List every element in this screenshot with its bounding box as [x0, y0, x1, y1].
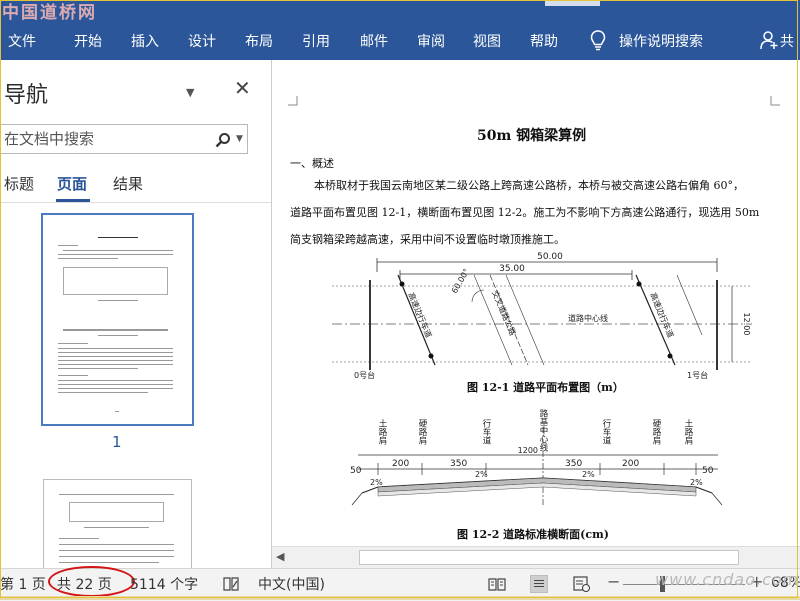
xs-slope-1: 2% [370, 478, 383, 487]
read-mode-icon[interactable] [488, 577, 506, 591]
xs-total: 1200 [518, 446, 538, 455]
tab-references[interactable]: 引用 [302, 31, 330, 51]
status-language[interactable]: 中文(中国) [258, 574, 325, 594]
nav-title: 导航 [4, 83, 49, 108]
xs-slope-2: 2% [475, 470, 488, 479]
figure-road-plan: 50.00 35.00 60.00° 道路中心线 交叉道路公路 高速边行车道 高… [332, 252, 752, 380]
xs-slope-3: 2% [582, 470, 595, 479]
status-page[interactable]: 第 1 页 [0, 574, 46, 594]
nav-close-icon[interactable]: ✕ [234, 76, 251, 100]
lightbulb-icon[interactable] [589, 29, 607, 51]
heading-overview: 一、概述 [290, 157, 334, 170]
ribbon-tabs: 文件 开始 插入 设计 布局 引用 邮件 审阅 视图 帮助 操作说明搜索 共 [0, 20, 800, 60]
xs-slope-4: 2% [690, 478, 703, 487]
share-person-icon[interactable] [760, 30, 778, 50]
nav-search-box[interactable]: ▼ [0, 124, 248, 154]
scroll-left-arrow-icon[interactable]: ◀ [276, 550, 284, 563]
nav-tabs-divider [0, 202, 271, 203]
bottom-edge-strip [0, 596, 800, 600]
tab-view[interactable]: 视图 [473, 31, 501, 51]
xs-label-5: 行车道 [601, 418, 611, 445]
figure-2-caption: 图 12-2 道路标准横断面(cm) [457, 528, 609, 541]
width-dim: 12.00 [742, 313, 751, 336]
xs-dim-2: 200 [392, 459, 409, 469]
tell-me-search[interactable]: 操作说明搜索 [619, 31, 703, 51]
tab-file[interactable]: 文件 [8, 31, 36, 51]
share-button[interactable]: 共 [780, 31, 794, 51]
proofing-book-icon[interactable] [222, 576, 240, 592]
navigation-pane: 导航 ▼ ✕ ▼ 标题 页面 结果 1 [0, 60, 272, 568]
abutment-0-label: 0号台 [354, 370, 375, 380]
tab-help[interactable]: 帮助 [530, 31, 558, 51]
nav-tab-results[interactable]: 结果 [113, 173, 143, 194]
search-chevron-down-icon[interactable]: ▼ [236, 134, 243, 144]
cross-road-label: 交叉道路公路 [490, 289, 518, 337]
nav-tab-pages[interactable]: 页面 [57, 173, 87, 194]
nav-search-input[interactable] [4, 130, 194, 148]
xs-dim-1: 50 [350, 466, 362, 476]
margin-mark-top-right [770, 96, 780, 106]
xs-dim-4: 350 [565, 459, 582, 469]
xs-label-6: 硬路肩 [651, 419, 661, 445]
paragraph-line-1: 本桥取材于我国云南地区某二级公路上跨高速公路桥，本桥与被交高速公路右偏角 60°… [314, 179, 744, 192]
xs-label-1: 土路肩 [377, 418, 387, 445]
figure-1-caption: 图 12-1 道路平面布置图（m） [467, 381, 624, 394]
search-icon[interactable] [215, 132, 231, 148]
abutment-1-label: 1号台 [687, 370, 708, 380]
tab-home[interactable]: 开始 [74, 31, 102, 51]
xs-dim-6: 50 [702, 466, 714, 476]
tab-layout[interactable]: 布局 [245, 31, 273, 51]
tab-design[interactable]: 设计 [188, 31, 216, 51]
nav-options-chevron-icon[interactable]: ▼ [186, 86, 194, 99]
scrollbar-thumb[interactable] [359, 550, 739, 565]
page-thumbnail-1-label: 1 [112, 433, 122, 451]
horizontal-scrollbar[interactable]: ◀ [272, 546, 800, 569]
tab-insert[interactable]: 插入 [131, 31, 159, 51]
dim-total: 50.00 [537, 252, 563, 262]
road-centerline-label: 道路中心线 [568, 313, 608, 323]
xs-label-3: 行车道 [481, 418, 491, 445]
zoom-out-button[interactable]: − [607, 572, 620, 591]
paragraph-line-2: 道路平面布置见图 12-1，横断面布置见图 12-2。施工为不影响下方高速公路通… [290, 206, 760, 219]
status-word-count[interactable]: 5114 个字 [130, 574, 198, 594]
document-page[interactable]: 50m 钢箱梁算例 一、概述 本桥取材于我国云南地区某二级公路上跨高速公路桥，本… [272, 60, 800, 546]
title-bar-button[interactable] [545, 0, 600, 6]
xs-dim-5: 200 [622, 459, 639, 469]
angle-label: 60.00° [450, 267, 471, 295]
page-thumbnail-1[interactable] [41, 213, 194, 426]
title-bar [0, 0, 800, 20]
page-thumbnail-2[interactable] [43, 479, 192, 568]
xs-label-7: 土路肩 [683, 418, 693, 445]
xs-label-2: 硬路肩 [417, 419, 427, 445]
web-layout-icon[interactable] [573, 576, 591, 592]
tab-review[interactable]: 审阅 [417, 31, 445, 51]
red-highlight-circle [48, 566, 135, 597]
paragraph-line-3: 简支钢箱梁跨越高速，采用中间不设置临时墩顶推施工。 [290, 233, 565, 246]
figure-cross-section: 土路肩 硬路肩 行车道 路基中心线 行车道 硬路肩 土路肩 1200 50 20… [350, 408, 723, 507]
margin-mark-top-left [288, 96, 298, 106]
watermark-bottom: www.cndao.com [655, 570, 800, 589]
right-edge-label: 高速边行车道 [648, 291, 676, 339]
document-title: 50m 钢箱梁算例 [477, 128, 587, 144]
dim-part: 35.00 [499, 264, 525, 274]
print-layout-icon[interactable] [530, 575, 548, 593]
tab-mailings[interactable]: 邮件 [360, 31, 388, 51]
xs-dim-3: 350 [450, 459, 467, 469]
nav-tab-headings[interactable]: 标题 [4, 173, 34, 194]
left-edge-label: 高速边行车道 [406, 291, 434, 339]
